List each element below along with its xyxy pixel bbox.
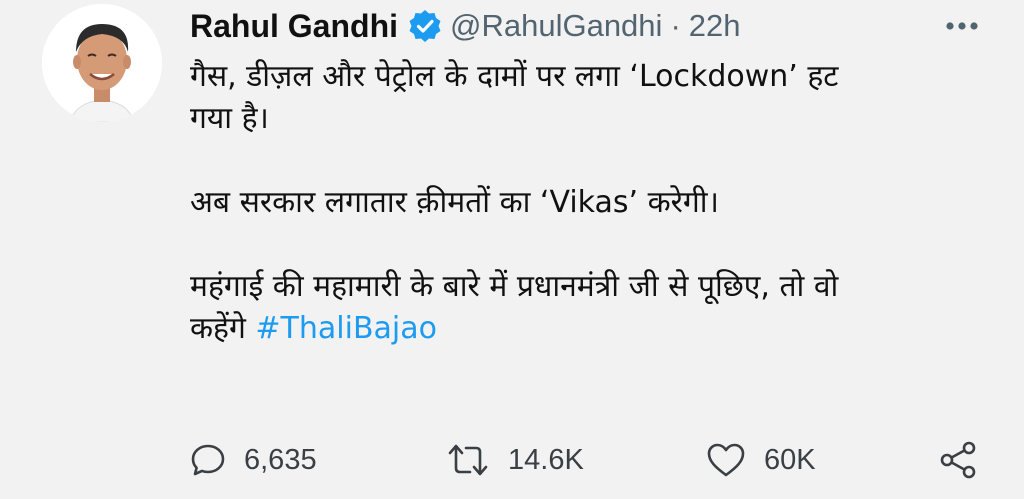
share-button[interactable] bbox=[938, 436, 978, 484]
more-options-icon[interactable] bbox=[940, 12, 984, 40]
reply-button[interactable]: 6,635 bbox=[190, 436, 317, 484]
retweet-count: 14.6K bbox=[508, 443, 584, 476]
tweet-line: गया है। bbox=[190, 101, 269, 136]
timestamp[interactable]: 22h bbox=[689, 8, 741, 44]
tweet-line-last: कहेंगे #ThaliBajao bbox=[190, 308, 990, 350]
tweet-line-prefix: कहेंगे bbox=[190, 311, 246, 346]
author-handle[interactable]: @RahulGandhi bbox=[450, 8, 662, 44]
tweet-actions: 6,635 14.6K 60K bbox=[188, 436, 988, 484]
tweet-line: महंगाई की महामारी के बारे में प्रधानमंत्… bbox=[190, 269, 839, 304]
avatar[interactable] bbox=[42, 4, 162, 122]
retweet-icon bbox=[446, 442, 490, 478]
reply-icon bbox=[190, 442, 226, 478]
tweet-card: Rahul Gandhi @RahulGandhi · 22h गैस, डीज… bbox=[0, 0, 1024, 499]
like-count: 60K bbox=[764, 443, 816, 476]
share-icon bbox=[938, 440, 978, 480]
tweet-line: अब सरकार लगातार क़ीमतों का ‘Vikas’ करेगी… bbox=[190, 185, 719, 220]
tweet-header: Rahul Gandhi @RahulGandhi · 22h bbox=[190, 4, 741, 48]
retweet-button[interactable]: 14.6K bbox=[446, 436, 584, 484]
hashtag-link[interactable]: #ThaliBajao bbox=[255, 311, 437, 346]
tweet-text: गैस, डीज़ल और पेट्रोल के दामों पर लगा ‘L… bbox=[190, 56, 990, 350]
heart-icon bbox=[706, 442, 746, 478]
like-button[interactable]: 60K bbox=[706, 436, 816, 484]
tweet-line: गैस, डीज़ल और पेट्रोल के दामों पर लगा ‘L… bbox=[190, 59, 839, 94]
separator-dot: · bbox=[670, 8, 681, 43]
reply-count: 6,635 bbox=[244, 443, 317, 476]
verified-badge-icon bbox=[408, 9, 442, 43]
author-display-name[interactable]: Rahul Gandhi bbox=[190, 8, 398, 45]
